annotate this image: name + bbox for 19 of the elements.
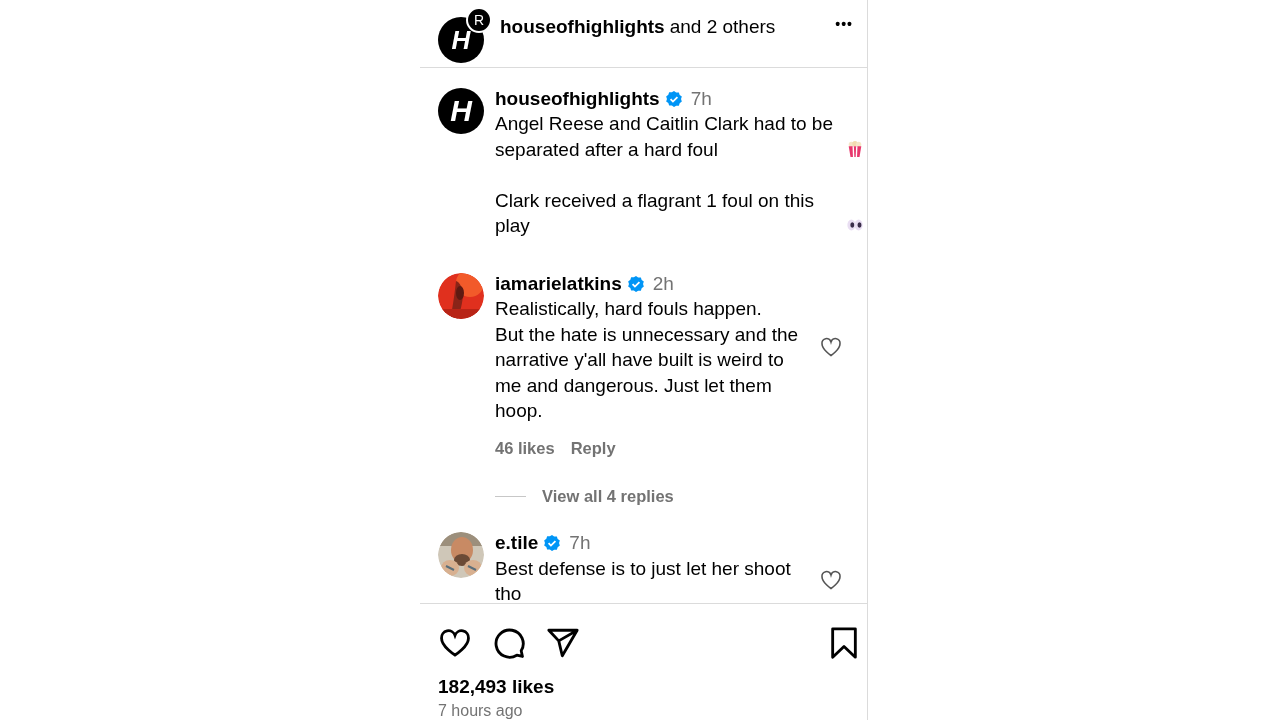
post-time: 7h bbox=[690, 86, 712, 111]
reply-button[interactable]: Reply bbox=[570, 435, 616, 462]
caption-text: Clark received a flagrant 1 foul on this play bbox=[495, 188, 815, 239]
collaborators-text[interactable]: and 2 others bbox=[669, 16, 776, 39]
more-options-button[interactable]: ••• bbox=[827, 12, 861, 37]
username-link[interactable]: houseofhighlights bbox=[495, 85, 660, 112]
username-link[interactable]: iamarielatkins bbox=[495, 270, 622, 297]
comment-time: 7h bbox=[569, 531, 591, 556]
like-count[interactable]: 46 likes bbox=[495, 435, 555, 462]
view-replies-button[interactable]: View all 4 replies bbox=[542, 487, 674, 507]
account-avatar[interactable]: H bbox=[438, 87, 484, 134]
comment-text: Realistically, hard fouls happen. But the hate is unnecessary and the narrative y'all have built is weird to me and dangerous. Just let them hoop. bbox=[495, 297, 800, 424]
username-link[interactable]: houseofhighlights bbox=[500, 16, 665, 39]
comment-time: 2h bbox=[652, 271, 674, 296]
caption-text: Angel Reese and Caitlin Clark had to be separated after a hard foul bbox=[495, 112, 834, 162]
username-link[interactable]: e.tile bbox=[495, 530, 539, 556]
comment-text: Best defense is to just let her shoot tho bbox=[495, 556, 792, 603]
post-time: 7 hours ago bbox=[437, 701, 524, 720]
like-count[interactable]: 182,493 likes bbox=[420, 660, 867, 698]
